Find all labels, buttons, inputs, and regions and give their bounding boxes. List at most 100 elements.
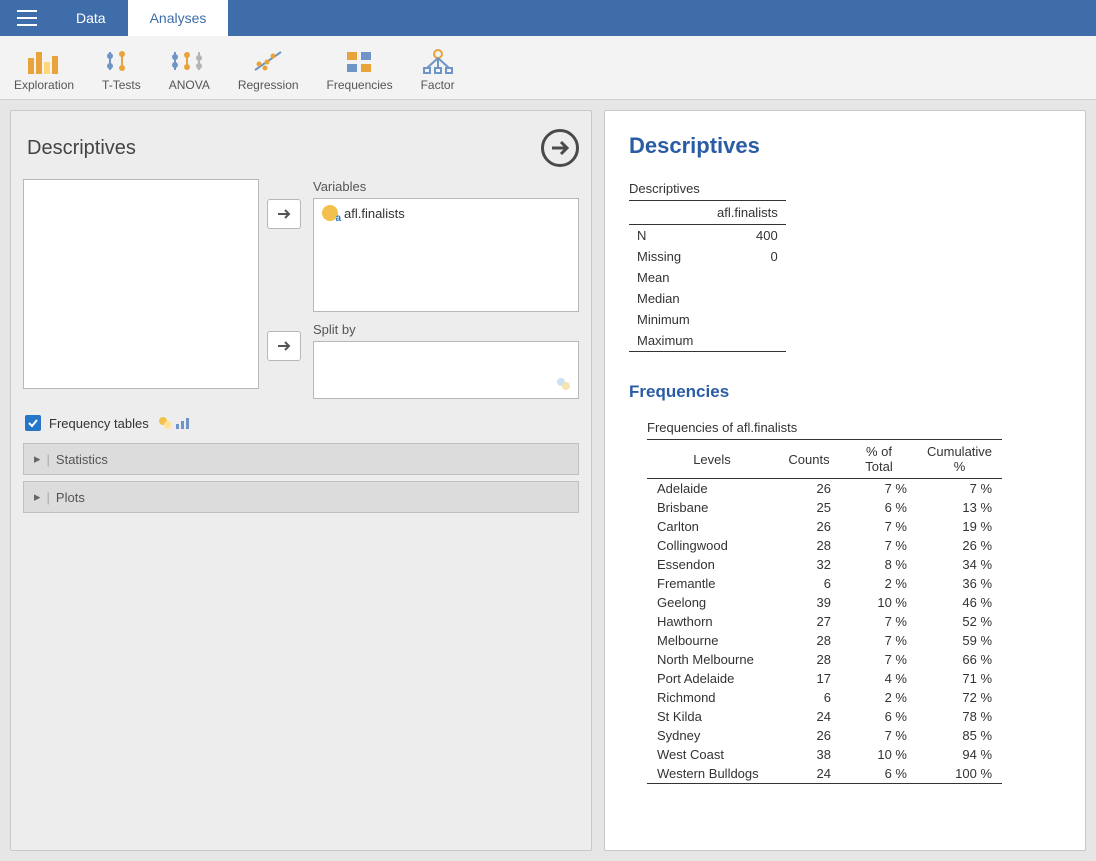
cell-cum: 66 % — [917, 650, 1002, 669]
cell-count: 26 — [777, 517, 841, 536]
splitby-label: Split by — [313, 322, 579, 337]
cell-count: 32 — [777, 555, 841, 574]
cell-cum: 19 % — [917, 517, 1002, 536]
cell-count: 39 — [777, 593, 841, 612]
chevron-right-icon: ▸ — [34, 451, 41, 467]
results-heading: Descriptives — [629, 133, 1061, 159]
cell-level: Melbourne — [647, 631, 777, 650]
cell-level: Essendon — [647, 555, 777, 574]
cell-level: Carlton — [647, 517, 777, 536]
col-levels: Levels — [647, 440, 777, 479]
cell-level: Fremantle — [647, 574, 777, 593]
table-row: North Melbourne287 %66 % — [647, 650, 1002, 669]
cell-count: 38 — [777, 745, 841, 764]
cell-count: 24 — [777, 707, 841, 726]
descriptives-table: afl.finalists N400 Missing0 Mean Median … — [629, 200, 786, 352]
cell-pct: 2 % — [841, 688, 917, 707]
cell-cum: 59 % — [917, 631, 1002, 650]
anova-icon — [169, 44, 209, 74]
ribbon-frequencies[interactable]: Frequencies — [327, 44, 393, 92]
variable-item[interactable]: afl.finalists — [322, 205, 570, 221]
cell-cum: 94 % — [917, 745, 1002, 764]
ribbon-label: Regression — [238, 78, 299, 92]
cell-level: Western Bulldogs — [647, 764, 777, 784]
descriptives-table-title: Descriptives — [629, 181, 1061, 196]
arrow-right-icon — [550, 138, 570, 158]
frequency-tables-checkbox[interactable] — [25, 415, 41, 431]
ttests-icon — [104, 44, 138, 74]
ribbon-label: Factor — [421, 78, 455, 92]
arrow-right-icon — [277, 340, 291, 352]
cell-pct: 7 % — [841, 631, 917, 650]
move-to-splitby-button[interactable] — [267, 331, 301, 361]
cell-pct: 6 % — [841, 764, 917, 784]
variable-assignment: Variables afl.finalists Split by — [23, 179, 579, 399]
cell-pct: 6 % — [841, 707, 917, 726]
accordion-label: Plots — [56, 490, 85, 505]
ribbon: Exploration T-Tests ANOVA Regression Fre… — [0, 36, 1096, 100]
tab-analyses[interactable]: Analyses — [128, 0, 229, 36]
frequency-tables-label: Frequency tables — [49, 416, 149, 431]
cell-count: 28 — [777, 536, 841, 555]
cell-cum: 100 % — [917, 764, 1002, 784]
cell-cum: 7 % — [917, 479, 1002, 499]
desc-col-header: afl.finalists — [709, 201, 786, 225]
col-pct: % of Total — [841, 440, 917, 479]
frequency-tables-option: Frequency tables — [25, 415, 577, 431]
cell-count: 17 — [777, 669, 841, 688]
col-cum: Cumulative % — [917, 440, 1002, 479]
cell-cum: 26 % — [917, 536, 1002, 555]
factor-icon — [421, 44, 455, 74]
cell-cum: 13 % — [917, 498, 1002, 517]
statistics-accordion[interactable]: ▸ | Statistics — [23, 443, 579, 475]
nominal-filter-icon — [554, 377, 572, 394]
cell-level: North Melbourne — [647, 650, 777, 669]
ribbon-regression[interactable]: Regression — [238, 44, 299, 92]
variables-label: Variables — [313, 179, 579, 194]
cell-count: 26 — [777, 726, 841, 745]
col-counts: Counts — [777, 440, 841, 479]
table-row: West Coast3810 %94 % — [647, 745, 1002, 764]
ribbon-anova[interactable]: ANOVA — [169, 44, 210, 92]
regression-icon — [251, 44, 285, 74]
table-row: Carlton267 %19 % — [647, 517, 1002, 536]
cell-level: Port Adelaide — [647, 669, 777, 688]
variables-box[interactable]: afl.finalists — [313, 198, 579, 312]
hamburger-icon — [17, 10, 37, 26]
cell-level: Geelong — [647, 593, 777, 612]
cell-count: 28 — [777, 631, 841, 650]
cell-cum: 52 % — [917, 612, 1002, 631]
nominal-text-icon — [322, 205, 338, 221]
table-row: Geelong3910 %46 % — [647, 593, 1002, 612]
cell-cum: 46 % — [917, 593, 1002, 612]
titlebar: Data Analyses — [0, 0, 1096, 36]
results-panel: Descriptives Descriptives afl.finalists … — [604, 110, 1086, 851]
frequencies-table: Levels Counts % of Total Cumulative % Ad… — [647, 439, 1002, 784]
menu-button[interactable] — [0, 0, 54, 36]
accordion-label: Statistics — [56, 452, 108, 467]
table-row: Fremantle62 %36 % — [647, 574, 1002, 593]
tab-data[interactable]: Data — [54, 0, 128, 36]
cell-pct: 7 % — [841, 536, 917, 555]
cell-cum: 34 % — [917, 555, 1002, 574]
ribbon-factor[interactable]: Factor — [421, 44, 455, 92]
frequencies-heading: Frequencies — [629, 382, 1061, 402]
cell-cum: 78 % — [917, 707, 1002, 726]
table-row: Maximum — [629, 330, 786, 352]
move-to-variables-button[interactable] — [267, 199, 301, 229]
splitby-box[interactable] — [313, 341, 579, 399]
ribbon-exploration[interactable]: Exploration — [14, 44, 74, 92]
run-button[interactable] — [541, 129, 579, 167]
table-row: Brisbane256 %13 % — [647, 498, 1002, 517]
bar-chart-icon — [26, 44, 62, 74]
cell-level: Collingwood — [647, 536, 777, 555]
table-row: Western Bulldogs246 %100 % — [647, 764, 1002, 784]
table-row: N400 — [629, 225, 786, 247]
table-row: Hawthorn277 %52 % — [647, 612, 1002, 631]
available-variables-list[interactable] — [23, 179, 259, 389]
ribbon-ttests[interactable]: T-Tests — [102, 44, 141, 92]
nominal-icon — [157, 416, 171, 430]
cell-cum: 36 % — [917, 574, 1002, 593]
plots-accordion[interactable]: ▸ | Plots — [23, 481, 579, 513]
cell-pct: 4 % — [841, 669, 917, 688]
